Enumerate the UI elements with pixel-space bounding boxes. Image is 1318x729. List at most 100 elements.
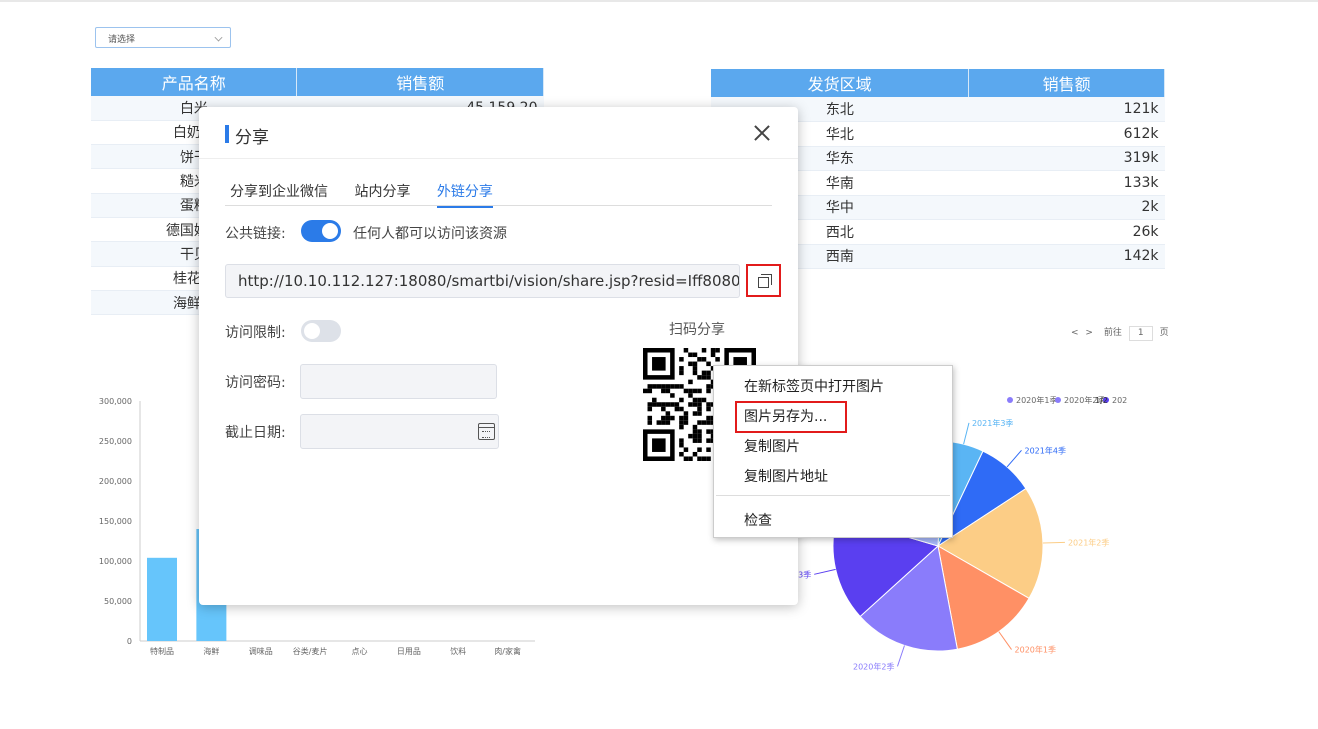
qr-module <box>692 402 698 407</box>
qr-module <box>697 411 702 416</box>
legend-marker <box>1055 397 1061 403</box>
menu-item-open-image-new-tab[interactable]: 在新标签页中打开图片 <box>744 376 884 396</box>
x-tick-label: 日用品 <box>397 647 421 656</box>
slice-label: 2020年2季 <box>853 661 894 671</box>
qr-module <box>647 420 653 425</box>
chevron-down-icon <box>214 33 223 42</box>
tab-internal[interactable]: 站内分享 <box>354 181 410 206</box>
close-icon[interactable] <box>752 123 772 143</box>
calendar-icon[interactable] <box>478 423 495 440</box>
qr-module <box>692 451 698 457</box>
menu-item-inspect[interactable]: 检查 <box>744 510 772 530</box>
qr-module <box>679 370 684 376</box>
qr-module <box>692 388 698 394</box>
prev-page-button[interactable]: < <box>1071 328 1079 338</box>
filter-select[interactable]: 请选择 <box>95 27 231 48</box>
filter-select-placeholder: 请选择 <box>108 35 136 45</box>
table-header[interactable]: 发货区域 <box>711 69 970 97</box>
qr-module <box>674 402 680 407</box>
qr-module <box>701 397 707 403</box>
label-line <box>814 568 836 575</box>
qr-module <box>679 406 684 412</box>
pagination: < > 前往 1 页 <box>1071 325 1169 341</box>
qr-module <box>683 447 689 452</box>
expiry-label: 截止日期: <box>225 425 286 441</box>
qr-module <box>674 406 680 412</box>
qr-module <box>652 402 657 407</box>
qr-module <box>656 420 662 425</box>
legend-label: 2020年1季 <box>1016 395 1057 405</box>
public-link-toggle[interactable] <box>301 220 341 242</box>
qr-finder <box>652 357 666 371</box>
label-line <box>998 631 1012 650</box>
tab-external-link[interactable]: 外链分享 <box>436 181 493 208</box>
qr-module <box>706 420 711 425</box>
access-limit-toggle[interactable] <box>301 320 341 342</box>
cell-value: 26k <box>968 219 1165 245</box>
y-tick-label: 250,000 <box>99 437 132 446</box>
cell-value: 612k <box>968 121 1165 147</box>
next-page-button[interactable]: > <box>1085 328 1093 338</box>
qr-module <box>715 348 720 353</box>
page-input[interactable]: 1 <box>1128 326 1153 341</box>
qr-module <box>706 370 711 376</box>
password-input[interactable] <box>300 364 497 399</box>
qr-module <box>679 397 684 403</box>
qr-module <box>661 384 666 389</box>
qr-module <box>670 393 675 398</box>
qr-module <box>701 420 707 425</box>
qr-module <box>697 438 702 443</box>
table-header[interactable]: 销售额 <box>968 69 1165 97</box>
qr-module <box>697 447 702 452</box>
cell-value: 133k <box>968 170 1165 196</box>
public-link-desc: 任何人都可以访问该资源 <box>353 226 507 242</box>
share-url-field[interactable]: http://10.10.112.127:18080/smartbi/visio… <box>225 264 740 298</box>
menu-item-copy-image[interactable]: 复制图片 <box>744 436 800 456</box>
qr-module <box>697 433 702 439</box>
toggle-knob <box>322 223 338 239</box>
qr-module <box>697 420 702 425</box>
qr-module <box>692 438 698 443</box>
qr-module <box>679 357 684 362</box>
label-line <box>1006 449 1022 468</box>
qr-module <box>701 348 707 353</box>
qr-module <box>679 384 684 389</box>
qr-module <box>688 433 693 439</box>
slice-label: 2020年1季 <box>1015 645 1056 655</box>
qr-module <box>688 456 693 461</box>
top-border <box>0 0 1318 2</box>
qr-module <box>647 384 653 389</box>
menu-item-copy-image-address[interactable]: 复制图片地址 <box>744 466 828 486</box>
qr-module <box>679 366 684 371</box>
slice-label: 2021年2季 <box>1068 537 1109 547</box>
qr-module <box>692 370 698 376</box>
qr-module <box>710 352 716 358</box>
qr-finder <box>652 438 666 452</box>
table-header[interactable]: 产品名称 <box>91 68 298 96</box>
qr-module <box>683 411 689 416</box>
share-tabs: 分享到企业微信 站内分享 外链分享 <box>230 181 515 208</box>
y-tick-label: 0 <box>127 637 132 646</box>
qr-module <box>706 447 711 452</box>
qr-module <box>697 429 702 434</box>
legend-marker <box>1007 397 1013 403</box>
tab-wecom[interactable]: 分享到企业微信 <box>230 181 328 206</box>
qr-module <box>683 420 689 425</box>
expiry-date-input[interactable] <box>300 414 499 449</box>
qr-module <box>679 415 684 421</box>
qr-module <box>679 451 684 457</box>
qr-module <box>692 411 698 416</box>
tabs-underline <box>225 205 772 206</box>
qr-module <box>701 375 707 380</box>
qr-module <box>706 429 711 434</box>
toggle-knob <box>304 323 320 339</box>
qr-module <box>688 352 693 358</box>
qr-module <box>706 438 711 443</box>
y-tick-label: 300,000 <box>99 397 132 406</box>
qr-module <box>706 384 711 389</box>
copy-link-button[interactable] <box>746 264 781 297</box>
table-header[interactable]: 销售额 <box>296 68 544 96</box>
highlight-box <box>735 401 847 433</box>
qr-module <box>706 406 711 412</box>
qr-module <box>692 397 698 403</box>
